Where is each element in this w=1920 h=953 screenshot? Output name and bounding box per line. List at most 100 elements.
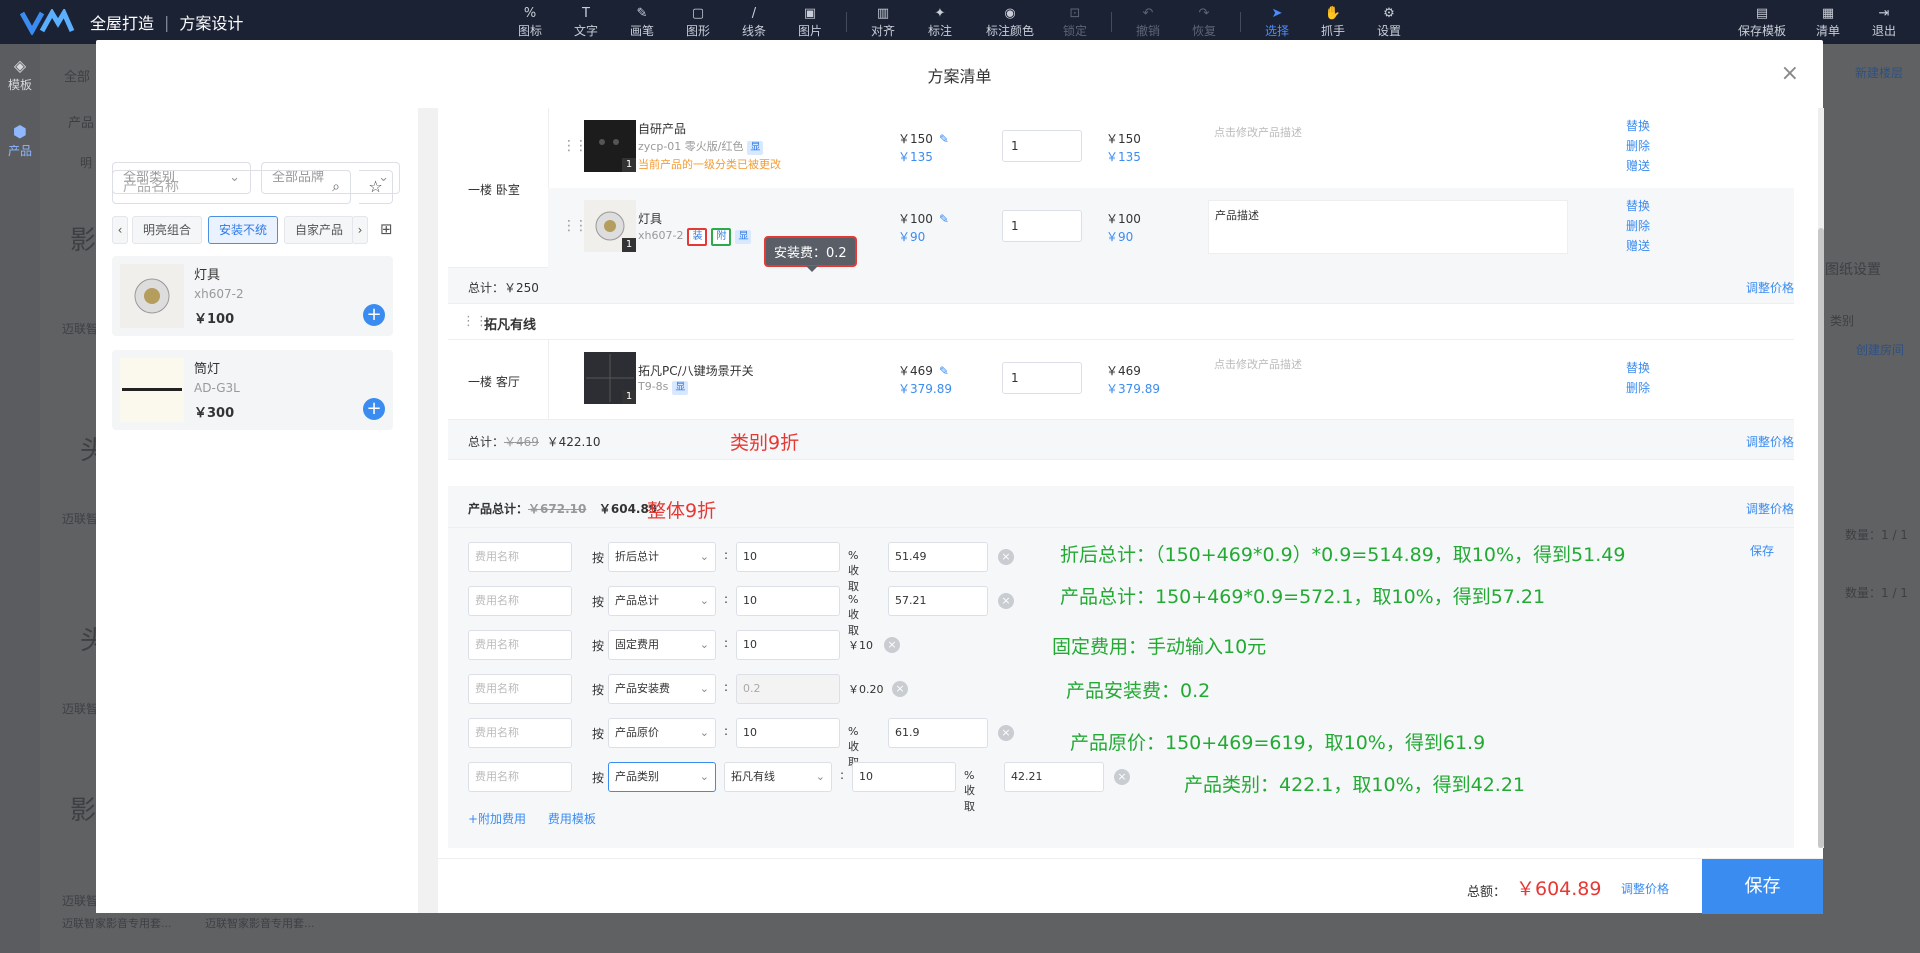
adjust-price-link[interactable]: 调整价格	[1621, 880, 1669, 897]
fee-basis-select[interactable]: 产品类别 ⌄	[608, 762, 716, 792]
chevron-left-icon[interactable]: ‹	[112, 216, 128, 244]
remove-fee-icon[interactable]: ×	[1114, 769, 1130, 785]
delete-link[interactable]: 删除	[1626, 136, 1656, 156]
add-product-button[interactable]: +	[363, 304, 385, 326]
replace-link[interactable]: 替换	[1626, 358, 1656, 378]
install-tag[interactable]: 装	[687, 228, 708, 246]
fee-rate-input[interactable]: 10	[736, 586, 840, 616]
fees-save-link[interactable]: 保存	[1750, 542, 1774, 559]
replace-link[interactable]: 替换	[1626, 116, 1656, 136]
tool-label: 图片	[797, 24, 822, 38]
tool-label: 图形	[685, 24, 710, 38]
delete-link[interactable]: 删除	[1626, 378, 1656, 398]
fee-template-link[interactable]: 费用模板	[548, 812, 596, 826]
tool-redo[interactable]: ↷ 恢复	[1180, 5, 1228, 39]
tool-annotate-color[interactable]: ◉ 标注颜色	[982, 5, 1038, 39]
fee-name-input[interactable]: 费用名称	[468, 718, 572, 748]
remove-fee-icon[interactable]: ×	[998, 549, 1014, 565]
tool-shape[interactable]: ▢ 图形	[674, 5, 722, 39]
pencil-icon[interactable]: ✎	[939, 364, 949, 378]
fee-basis-select[interactable]: 固定费用 ⌄	[608, 630, 716, 660]
fee-basis-select[interactable]: 产品安装费 ⌄	[608, 674, 716, 704]
gift-link[interactable]: 赠送	[1626, 156, 1656, 176]
fee-basis-select[interactable]: 折后总计 ⌄	[608, 542, 716, 572]
fee-category-select[interactable]: 拓凡有线 ⌄	[724, 762, 832, 792]
tool-align[interactable]: ▥ 对齐	[859, 5, 907, 39]
grid-icon[interactable]: ⊞	[380, 220, 393, 238]
remove-fee-icon[interactable]: ×	[892, 681, 908, 697]
fee-name-input[interactable]: 费用名称	[468, 630, 572, 660]
show-tag[interactable]: 显	[747, 141, 764, 155]
logo-icon	[20, 9, 75, 35]
tool-line[interactable]: / 线条	[730, 5, 778, 39]
star-icon[interactable]: ☆	[359, 170, 393, 204]
fee-name-input[interactable]: 费用名称	[468, 542, 572, 572]
tool-image[interactable]: ▣ 图片	[786, 5, 834, 39]
save-button[interactable]: 保存	[1702, 859, 1823, 914]
drag-handle-icon[interactable]: ⋮⋮	[562, 138, 588, 154]
description-placeholder[interactable]: 点击修改产品描述	[1214, 356, 1302, 372]
fee-basis-select[interactable]: 产品总计 ⌄	[608, 586, 716, 616]
product-card[interactable]: 灯具 xh607-2 ￥100 +	[112, 256, 393, 336]
drag-handle-icon[interactable]: ⋮⋮	[562, 218, 588, 234]
fee-name-input[interactable]: 费用名称	[468, 674, 572, 704]
rail-product[interactable]: ⬢ 产品	[0, 122, 40, 159]
chip-own-products[interactable]: 自家产品	[284, 216, 355, 244]
tool-hand[interactable]: ✋ 抓手	[1309, 5, 1357, 39]
fee-rate-input[interactable]: 10	[736, 630, 840, 660]
delete-link[interactable]: 删除	[1626, 216, 1656, 236]
remove-fee-icon[interactable]: ×	[998, 593, 1014, 609]
add-fee-link[interactable]: +附加费用	[468, 812, 526, 826]
product-code-text: zycp-01 零火版/红色	[638, 140, 744, 153]
adjust-price-link[interactable]: 调整价格	[1724, 500, 1794, 517]
show-tag[interactable]: 显	[735, 230, 752, 244]
show-tag[interactable]: 显	[672, 381, 689, 395]
product-thumbnail	[120, 358, 184, 422]
description-placeholder[interactable]: 点击修改产品描述	[1214, 124, 1302, 140]
fee-rate-input[interactable]: 10	[852, 762, 956, 792]
scrollbar[interactable]	[1818, 108, 1824, 848]
tool-undo[interactable]: ↶ 撤销	[1124, 5, 1172, 39]
accessory-tag[interactable]: 附	[711, 228, 732, 246]
line-total-discount: ￥379.89	[1106, 382, 1160, 396]
tool-icon[interactable]: % 图标	[506, 5, 554, 39]
product-card[interactable]: 筒灯 AD-G3L ￥300 +	[112, 350, 393, 430]
fee-rate-input[interactable]: 10	[736, 718, 840, 748]
adjust-price-link[interactable]: 调整价格	[1724, 279, 1794, 296]
quantity-input[interactable]: 1	[1002, 130, 1082, 162]
gift-link[interactable]: 赠送	[1626, 236, 1656, 256]
quantity-input[interactable]: 1	[1002, 210, 1082, 242]
fee-basis-select[interactable]: 产品原价 ⌄	[608, 718, 716, 748]
tool-lock[interactable]: ⊡ 锁定	[1051, 5, 1099, 39]
tool-select[interactable]: ➤ 选择	[1253, 5, 1301, 39]
close-icon[interactable]: ×	[1781, 63, 1799, 85]
exit-button[interactable]: ⇥ 退出	[1860, 5, 1908, 39]
add-product-button[interactable]: +	[363, 398, 385, 420]
fee-name-input[interactable]: 费用名称	[468, 586, 572, 616]
save-template-button[interactable]: ▤ 保存模板	[1730, 5, 1794, 39]
adjust-price-link[interactable]: 调整价格	[1724, 433, 1794, 450]
replace-link[interactable]: 替换	[1626, 196, 1656, 216]
chip-install[interactable]: 安装不统	[208, 216, 279, 244]
pencil-icon[interactable]: ✎	[939, 132, 949, 146]
list-button[interactable]: ▦ 清单	[1804, 5, 1852, 39]
search-icon[interactable]: ⌕	[332, 171, 340, 203]
tool-pen[interactable]: ✎ 画笔	[618, 5, 666, 39]
pencil-icon[interactable]: ✎	[939, 212, 949, 226]
rail-template[interactable]: ◈ 模板	[0, 56, 40, 93]
tool-settings[interactable]: ⚙ 设置	[1365, 5, 1413, 39]
chip-bright-combo[interactable]: 明亮组合	[132, 216, 203, 244]
fee-name-input[interactable]: 费用名称	[468, 762, 572, 792]
product-search-input[interactable]: 产品名称 ⌕	[112, 170, 351, 204]
tool-text[interactable]: T 文字	[562, 5, 610, 39]
description-input[interactable]: 产品描述	[1208, 200, 1568, 254]
scrollbar-thumb[interactable]	[1818, 228, 1824, 848]
tool-annotate[interactable]: ✦ 标注	[916, 5, 964, 39]
fee-rate-input[interactable]: 10	[736, 542, 840, 572]
quantity-input[interactable]: 1	[1002, 362, 1082, 394]
fee-by-label: 按	[592, 683, 605, 697]
tool-label: 退出	[1871, 24, 1896, 38]
remove-fee-icon[interactable]: ×	[998, 725, 1014, 741]
chevron-right-icon[interactable]: ›	[352, 216, 368, 244]
remove-fee-icon[interactable]: ×	[884, 637, 900, 653]
